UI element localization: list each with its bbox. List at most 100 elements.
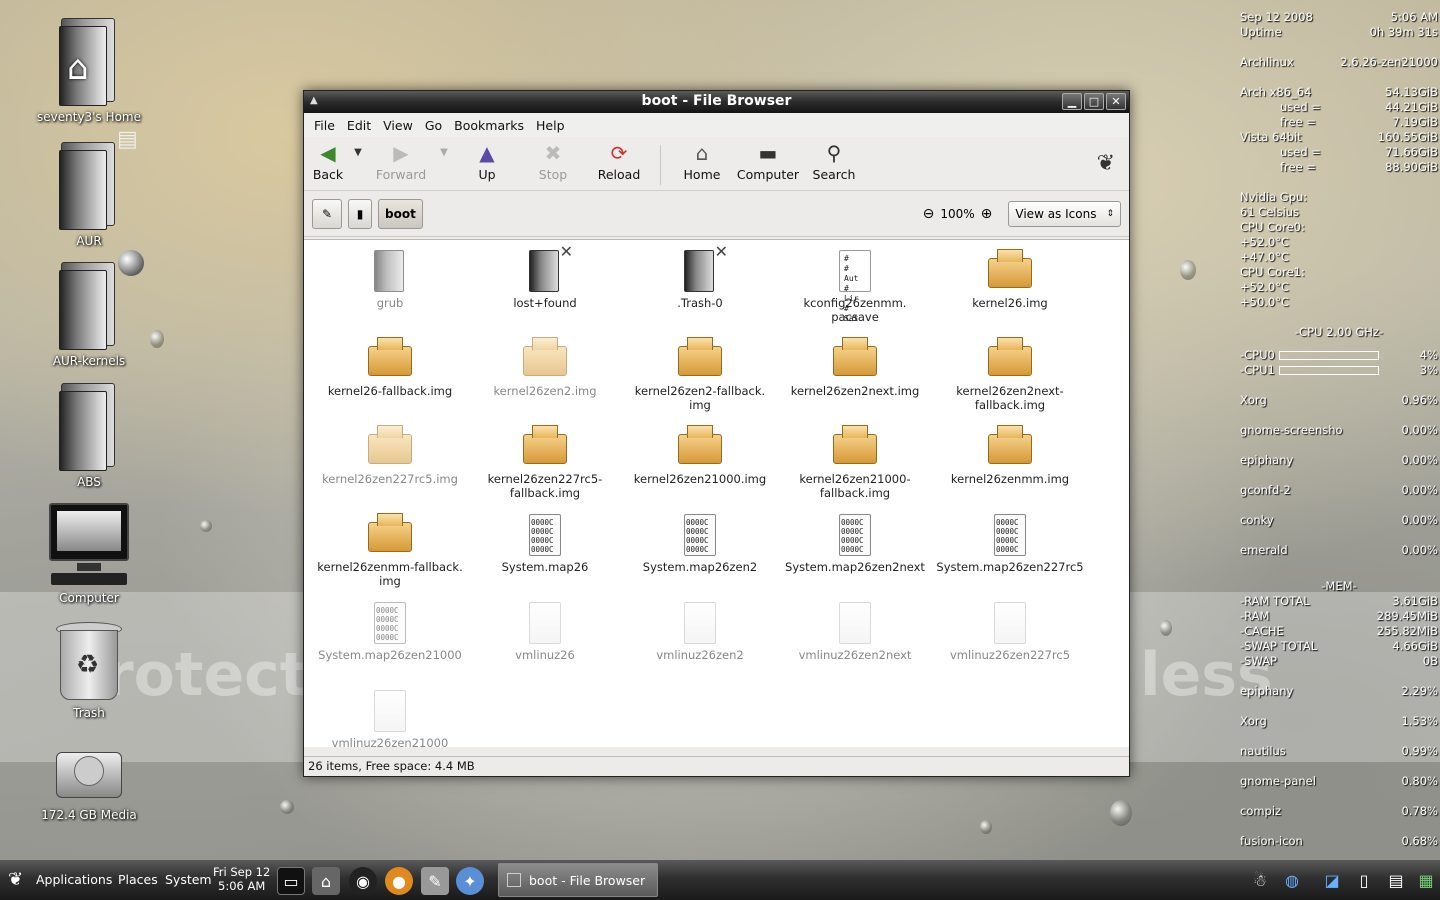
up-button[interactable]: ▲ Up: [454, 141, 520, 182]
firefox-icon[interactable]: ●: [385, 867, 413, 895]
menu-view[interactable]: View: [377, 118, 419, 133]
conky-gpu-temp: 61 Celsius: [1240, 205, 1300, 219]
computer-button[interactable]: ▬ Computer: [735, 141, 801, 182]
file-item[interactable]: kernel26zen21000- fallback.img: [780, 424, 930, 500]
home-launcher-icon[interactable]: ⌂: [312, 867, 340, 895]
places-menu[interactable]: Places: [118, 860, 158, 900]
desktop-icon-media[interactable]: 172.4 GB Media: [29, 748, 149, 822]
file-item[interactable]: kernel26zenmm-fallback. img: [315, 512, 465, 588]
file-item[interactable]: vmlinuz26zen2: [625, 600, 775, 662]
network-icon[interactable]: ✦: [456, 867, 484, 895]
fusion-icon[interactable]: ◍: [1280, 868, 1304, 892]
conky-row: -CACHE 255.82MiB: [1240, 624, 1438, 639]
file-item[interactable]: kernel26-fallback.img: [315, 336, 465, 398]
file-item[interactable]: kernel26.img: [935, 248, 1085, 310]
menu-help[interactable]: Help: [530, 118, 571, 133]
conky-row-value: 0.99%: [1401, 744, 1438, 758]
file-item[interactable]: 0000C 0000C 0000C 0000C System.map26zen2: [625, 512, 775, 574]
desktop-icon-computer[interactable]: Computer: [29, 503, 149, 605]
back-label: Back: [312, 167, 344, 182]
clock[interactable]: Fri Sep 12 5:06 AM: [213, 865, 270, 893]
network-tray-icon[interactable]: ▤: [1384, 868, 1408, 892]
stop-button[interactable]: ✖ Stop: [520, 141, 586, 182]
conky-arch-used-label: used =: [1280, 100, 1321, 114]
file-item[interactable]: vmlinuz26zen227rc5: [935, 600, 1085, 662]
vpn-icon[interactable]: ◪: [1320, 868, 1344, 892]
path-root-button[interactable]: ▮: [348, 198, 372, 229]
file-item[interactable]: kernel26zen21000.img: [625, 424, 775, 486]
minimize-button[interactable]: ▁: [1062, 93, 1082, 110]
zoom-in-icon[interactable]: ⊕: [981, 206, 993, 222]
conky-cpu1: 3%: [1419, 363, 1438, 377]
conky-row-name: -CACHE: [1240, 624, 1284, 638]
forward-button[interactable]: ▶ Forward: [368, 141, 434, 182]
battery-icon[interactable]: ▯: [1352, 868, 1376, 892]
menu-bookmarks[interactable]: Bookmarks: [448, 118, 530, 133]
file-item[interactable]: kernel26zen2.img: [470, 336, 620, 398]
tux-icon[interactable]: ☃: [1248, 868, 1272, 892]
text-editor-icon[interactable]: ✎: [421, 867, 449, 895]
binary-file-icon: 0000C 0000C 0000C 0000C: [523, 512, 567, 558]
file-item[interactable]: grub: [315, 248, 465, 310]
file-item[interactable]: kernel26zen2next.img: [780, 336, 930, 398]
file-item[interactable]: vmlinuz26zen21000: [315, 688, 465, 750]
file-item[interactable]: ✕ lost+found: [470, 242, 620, 310]
home-icon: ⌂: [695, 141, 709, 165]
desktop-icon-label: seventy3's Home: [37, 110, 141, 124]
view-selector[interactable]: View as Icons ⇕: [1008, 200, 1121, 227]
file-item[interactable]: vmlinuz26zen2next: [780, 600, 930, 662]
file-item[interactable]: kernel26zen2next- fallback.img: [935, 336, 1085, 412]
conky-row: compiz 0.78%: [1240, 804, 1438, 834]
desktop-icon-aur-kernels[interactable]: AUR-kernels: [29, 262, 149, 368]
raindrop: [1180, 260, 1196, 280]
desktop-icon-home[interactable]: ⌂ seventy3's Home: [29, 18, 149, 124]
epiphany-icon[interactable]: ◉: [349, 867, 377, 895]
close-button[interactable]: ✕: [1106, 93, 1126, 110]
window-titlebar[interactable]: ▲ boot - File Browser ▁ □ ✕: [304, 91, 1129, 113]
conky-row: epiphany 2.29%: [1240, 684, 1438, 714]
file-item[interactable]: 0000C 0000C 0000C 0000C System.map26zen2next: [780, 512, 930, 574]
desktop-icon-aur[interactable]: AUR: [29, 142, 149, 248]
home-button[interactable]: ⌂ Home: [669, 141, 735, 182]
zoom-out-icon[interactable]: ⊖: [923, 206, 935, 222]
conky-row: gnome-panel 0.80%: [1240, 774, 1438, 804]
menu-file[interactable]: File: [308, 118, 341, 133]
computer-label: Computer: [736, 167, 800, 182]
forward-history-dropdown[interactable]: ▼: [434, 141, 454, 158]
maximize-button[interactable]: □: [1084, 93, 1104, 110]
applications-menu[interactable]: Applications: [36, 860, 112, 900]
system-menu[interactable]: System: [165, 860, 212, 900]
zoom-level[interactable]: 100%: [940, 207, 974, 221]
arrow-left-icon: ◀: [320, 141, 336, 165]
desktop-icon-abs[interactable]: ABS: [29, 383, 149, 489]
file-item[interactable]: kernel26zen227rc5.img: [315, 424, 465, 486]
file-name: kernel26zen2.img: [493, 384, 597, 398]
file-item[interactable]: kernel26zen2-fallback. img: [625, 336, 775, 412]
back-history-dropdown[interactable]: ▼: [348, 141, 368, 158]
file-item[interactable]: ✕ .Trash-0: [625, 242, 775, 310]
file-item[interactable]: vmlinuz26: [470, 600, 620, 662]
file-item[interactable]: 0000C 0000C 0000C 0000C System.map26: [470, 512, 620, 574]
back-button[interactable]: ◀ Back: [308, 141, 348, 182]
menu-go[interactable]: Go: [419, 118, 448, 133]
file-name: kernel26zen227rc5.img: [322, 472, 458, 486]
taskbar-task-file-browser[interactable]: boot - File Browser: [498, 863, 658, 897]
file-item[interactable]: kernel26zenmm.img: [935, 424, 1085, 486]
conky-arch-total: 54.13GiB: [1385, 85, 1438, 99]
menu-edit[interactable]: Edit: [341, 118, 377, 133]
package-icon: [833, 336, 877, 382]
file-item[interactable]: 0000C 0000C 0000C 0000C System.map26zen21000: [315, 600, 465, 662]
file-item[interactable]: 0000C 0000C 0000C 0000C System.map26zen227rc…: [935, 512, 1085, 574]
file-item[interactable]: ## Aut# Lir# Satkconfig26zenmm. pacsave: [780, 248, 930, 324]
reload-button[interactable]: ⟳ Reload: [586, 141, 652, 182]
edit-location-button[interactable]: ✎: [312, 198, 342, 229]
terminal-icon[interactable]: ▭: [277, 867, 305, 895]
gnome-menu-icon[interactable]: ❦: [8, 860, 23, 900]
path-boot-button[interactable]: boot: [378, 198, 423, 229]
desktop-icon-trash[interactable]: ♻ Trash: [29, 622, 149, 720]
workspace-icon[interactable]: ▦: [1414, 868, 1438, 892]
file-item[interactable]: kernel26zen227rc5- fallback.img: [470, 424, 620, 500]
file-view: grub ✕ lost+found ✕ .Trash-0 # # Aut # Lir # Sat…: [304, 239, 1129, 750]
stop-label: Stop: [538, 167, 568, 182]
search-button[interactable]: ⚲ Search: [801, 141, 867, 182]
